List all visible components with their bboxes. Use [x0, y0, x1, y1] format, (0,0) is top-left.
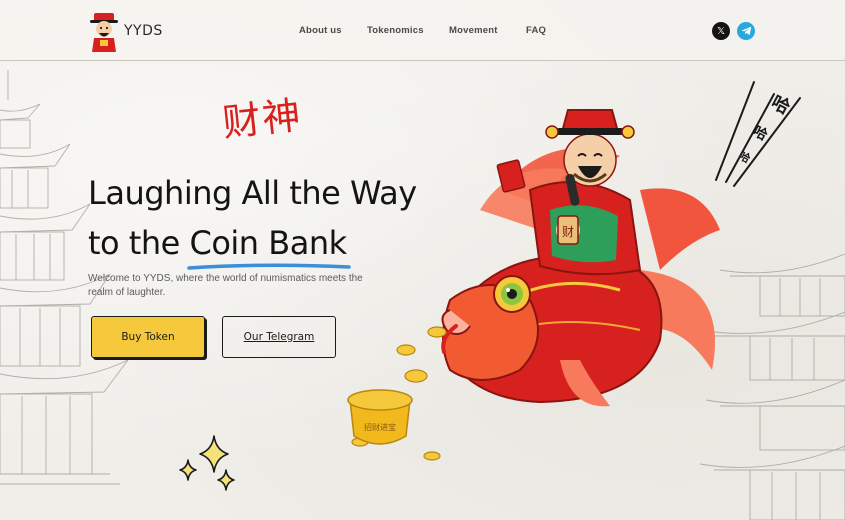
brush-underline [187, 263, 352, 270]
headline-highlight: Coin Bank [187, 218, 352, 270]
headline-line-2-prefix: to the [88, 224, 190, 262]
haha-char-1: 哈 [768, 91, 794, 119]
fortune-badge: 财 [562, 225, 574, 239]
brand-name: YYDS [124, 23, 163, 39]
sparkle-stars-icon [179, 435, 235, 491]
telegram-plane-glyph [741, 26, 751, 36]
top-navbar: YYDS About us Tokenomics Movement FAQ 𝕏 [0, 0, 845, 61]
nav-movement[interactable]: Movement [449, 25, 498, 36]
brand-logo[interactable]: YYDS [86, 10, 166, 52]
telegram-icon[interactable] [737, 22, 755, 40]
chinese-title: 财神 [220, 92, 305, 146]
haha-brush-graphic: 哈 哈 哈 [715, 81, 801, 187]
our-telegram-button[interactable]: Our Telegram [222, 316, 336, 358]
x-twitter-icon[interactable]: 𝕏 [712, 22, 730, 40]
nav-faq[interactable]: FAQ [526, 25, 546, 36]
nav-about-us[interactable]: About us [299, 25, 342, 36]
headline-highlight-text: Coin Bank [189, 224, 347, 262]
nav-tokenomics[interactable]: Tokenomics [367, 25, 424, 36]
caishen-mascot-icon [90, 13, 118, 52]
ingot-text: 招财进宝 [364, 422, 396, 432]
buy-token-button[interactable]: Buy Token [91, 316, 205, 358]
